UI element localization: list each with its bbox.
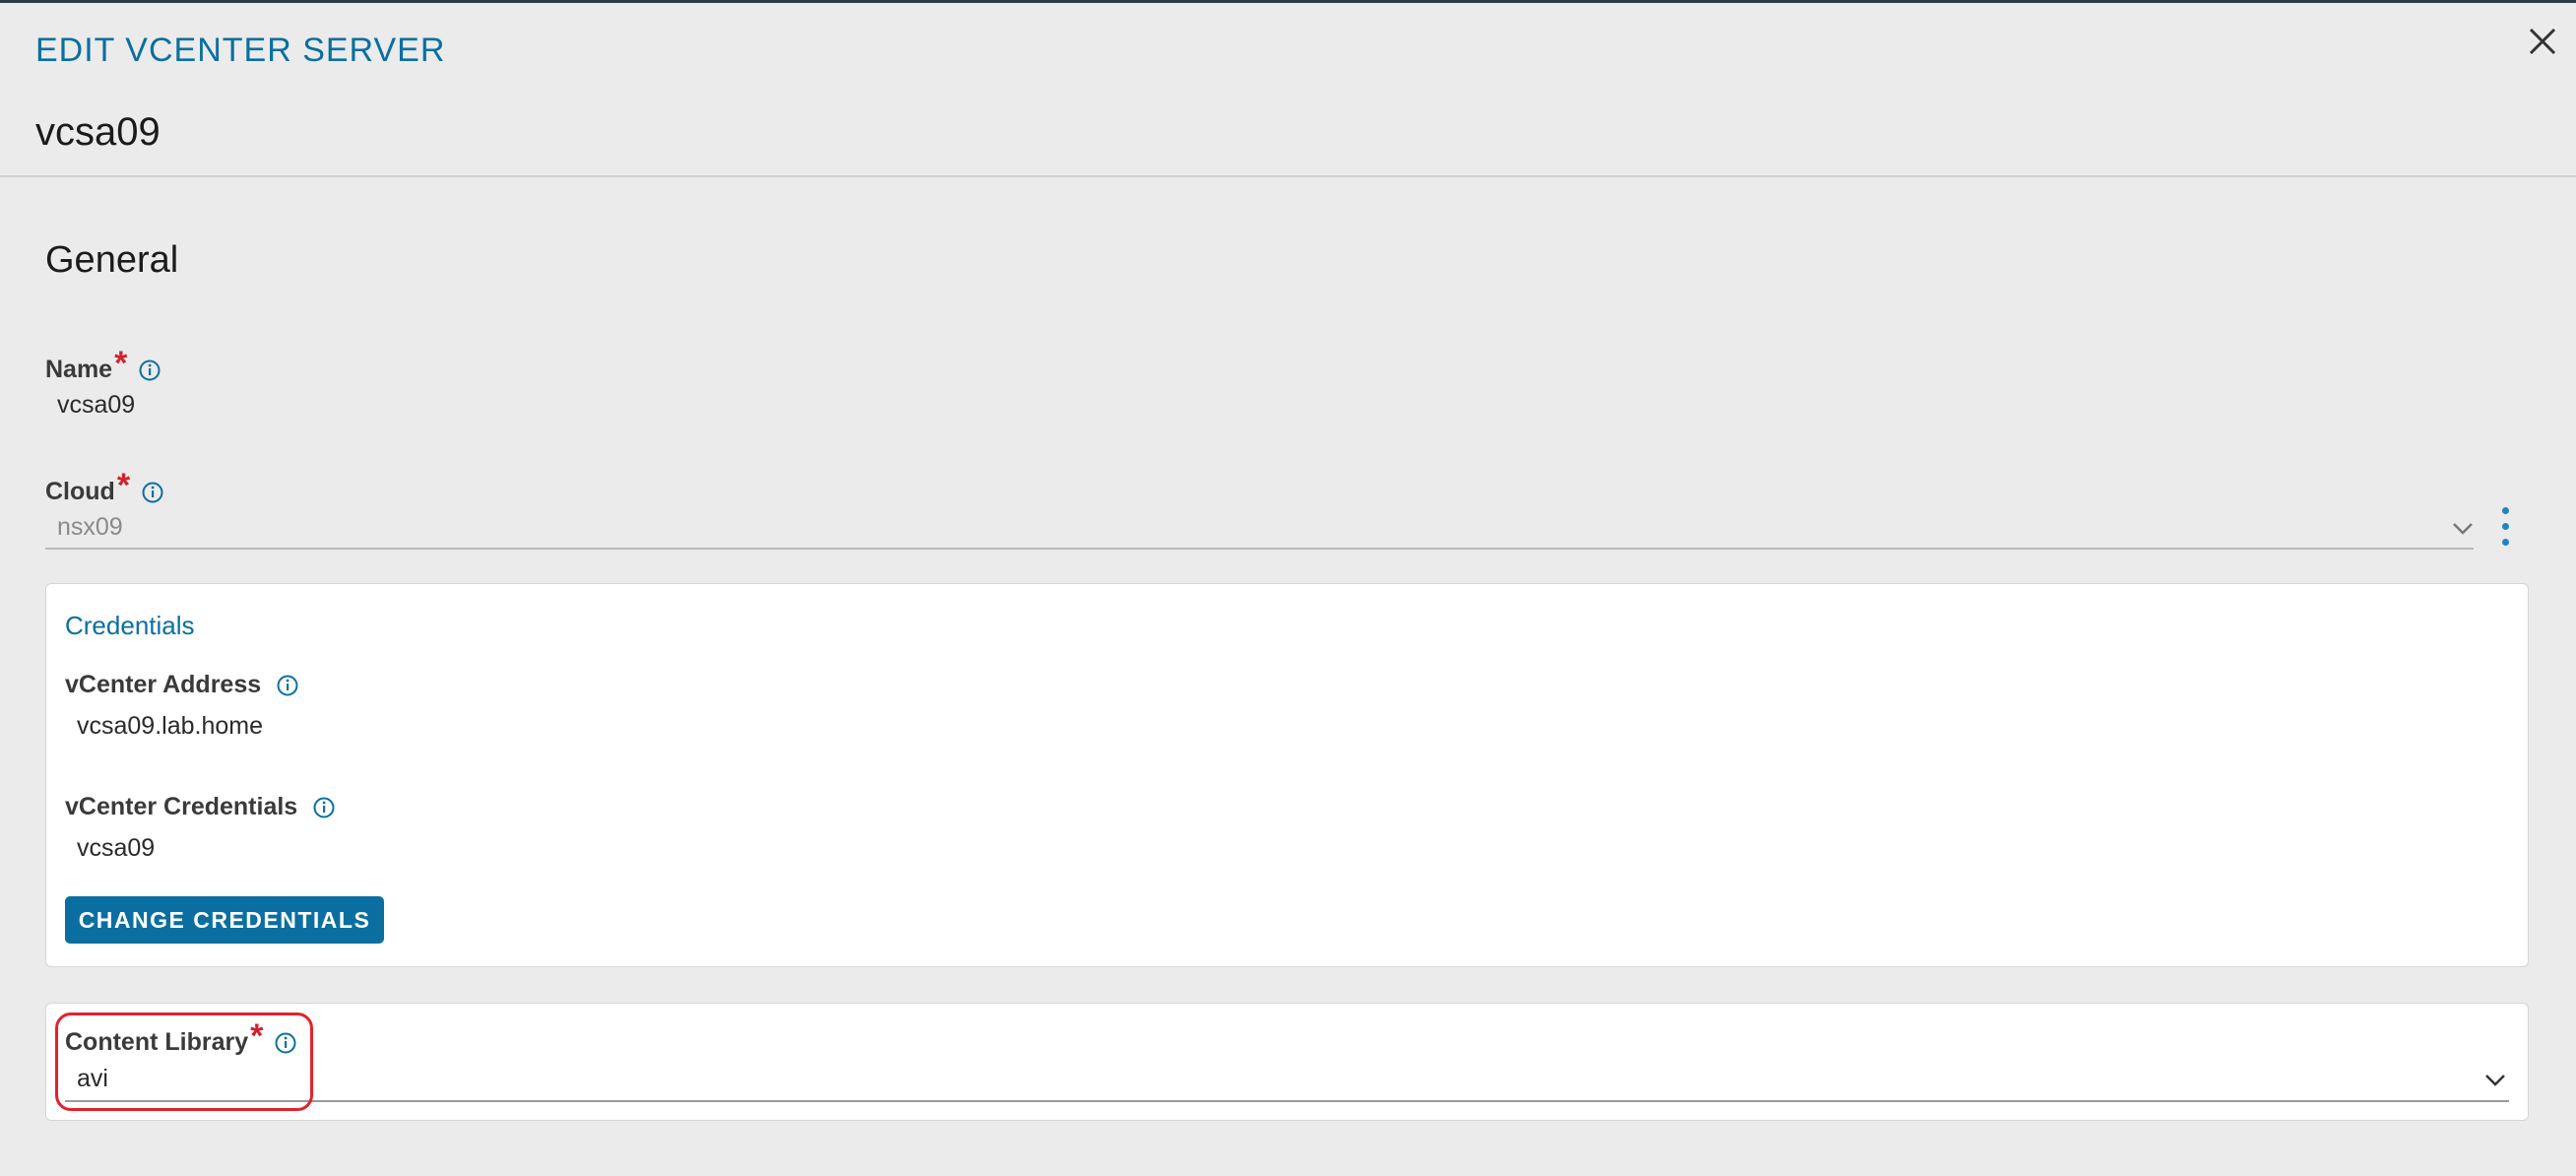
chevron-down-icon[interactable] — [2484, 1074, 2506, 1087]
required-asterisk: * — [114, 345, 128, 382]
info-icon[interactable] — [139, 359, 161, 381]
required-asterisk: * — [116, 467, 131, 504]
vcenter-address-label-text: vCenter Address — [65, 671, 262, 698]
cloud-select-underline — [45, 548, 2474, 550]
vcenter-credentials-label: vCenter Credentials — [65, 793, 335, 821]
section-title-general: General — [45, 239, 179, 281]
info-icon[interactable] — [277, 675, 298, 696]
header-divider — [0, 175, 2576, 177]
name-label-text: Name — [45, 356, 113, 383]
vcenter-address-value: vcsa09.lab.home — [77, 712, 264, 740]
cloud-select-value[interactable]: nsx09 — [57, 513, 123, 542]
modal-subtitle: vcsa09 — [35, 110, 161, 154]
name-value: vcsa09 — [57, 391, 136, 419]
vcenter-credentials-value: vcsa09 — [77, 834, 156, 862]
cloud-label-text: Cloud — [45, 478, 115, 505]
content-library-select-underline — [65, 1100, 2509, 1102]
window-top-edge — [0, 0, 2576, 3]
name-label: Name * — [45, 345, 161, 389]
vcenter-credentials-label-text: vCenter Credentials — [65, 793, 298, 820]
cloud-label: Cloud * — [45, 467, 163, 511]
info-icon[interactable] — [313, 797, 335, 818]
info-icon[interactable] — [142, 482, 163, 503]
credentials-heading: Credentials — [65, 611, 195, 640]
annotation-highlight-box — [55, 1013, 313, 1111]
vcenter-address-label: vCenter Address — [65, 671, 298, 699]
chevron-down-icon[interactable] — [2452, 522, 2474, 536]
kebab-menu-icon[interactable] — [2501, 507, 2511, 553]
close-icon[interactable] — [2523, 22, 2562, 61]
change-credentials-button[interactable]: CHANGE CREDENTIALS — [65, 896, 384, 944]
credentials-card: Credentials vCenter Address vcsa09.lab.h… — [45, 583, 2529, 967]
modal-title: EDIT VCENTER SERVER — [35, 32, 446, 69]
content-library-card: Content Library * avi — [45, 1003, 2529, 1121]
